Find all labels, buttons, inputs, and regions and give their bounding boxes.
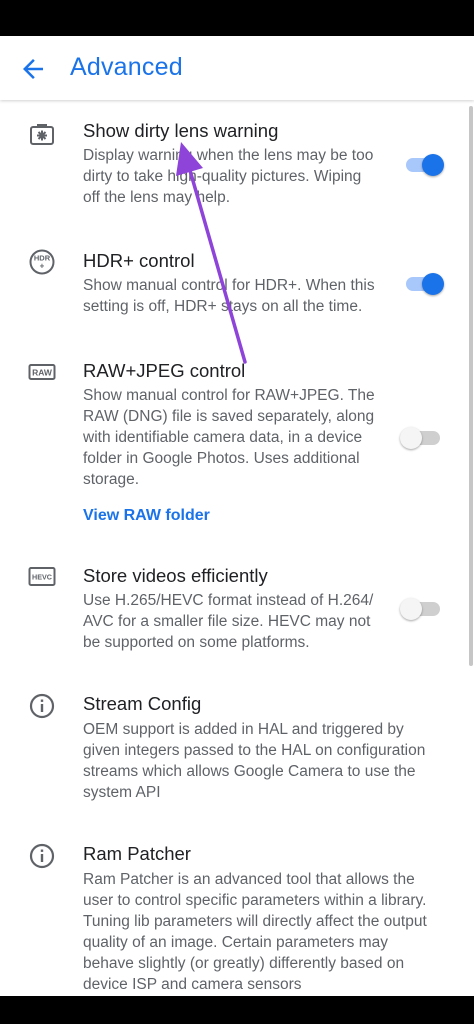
toggle-thumb	[400, 427, 422, 449]
setting-description-line: streams which allows Google Camera to us…	[83, 763, 416, 780]
view-raw-folder-link[interactable]: View RAW folder	[83, 507, 210, 525]
hevc-toggle[interactable]	[400, 596, 446, 622]
setting-dirty-lens[interactable]: Show dirty lens warning Display warning …	[0, 114, 474, 234]
svg-text:+: +	[40, 262, 45, 271]
setting-ram-patcher[interactable]: Ram Patcher Ram Patcher is an advanced t…	[0, 842, 474, 996]
setting-description-line: device ISP and camera sensors	[83, 976, 302, 993]
hevc-icon: HEVC	[28, 563, 56, 591]
setting-description-line: with identifiable camera data, in a devi…	[83, 429, 363, 446]
setting-description-line: Ram Patcher is an advanced tool that all…	[83, 871, 415, 888]
setting-description-line: be supported on some platforms.	[83, 634, 310, 651]
setting-description-line: storage.	[83, 471, 140, 488]
setting-description-line: Show manual control for RAW+JPEG. The	[83, 387, 375, 404]
setting-hdr-control[interactable]: HDR + HDR+ control Show manual control f…	[0, 244, 474, 344]
svg-text:HEVC: HEVC	[32, 573, 52, 582]
setting-title: RAW+JPEG control	[83, 360, 246, 381]
toggle-thumb	[422, 273, 444, 295]
info-icon	[28, 842, 56, 870]
raw-jpeg-toggle[interactable]	[400, 425, 446, 451]
toggle-thumb	[422, 154, 444, 176]
setting-description-line: off the lens may help.	[83, 189, 231, 206]
setting-description-line: given integers passed to the HAL on conf…	[83, 742, 426, 759]
setting-description-line: quality of an image. Certain parameters …	[83, 934, 388, 951]
setting-hevc[interactable]: HEVC Store videos efficiently Use H.265/…	[0, 564, 474, 664]
setting-description-line: dirty to take high-quality pictures. Wip…	[83, 168, 362, 185]
setting-description-line: Use H.265/HEVC format instead of H.264/	[83, 592, 374, 609]
setting-stream-config[interactable]: Stream Config OEM support is added in HA…	[0, 692, 474, 812]
page-title: Advanced	[70, 53, 183, 81]
setting-description-line: OEM support is added in HAL and triggere…	[83, 721, 404, 738]
info-icon	[28, 692, 56, 720]
setting-description-line: folder in Google Photos. Uses additional	[83, 450, 360, 467]
setting-description-line: Show manual control for HDR+. When this	[83, 277, 375, 294]
app-bar: Advanced	[0, 36, 474, 100]
setting-title: HDR+ control	[83, 250, 195, 271]
setting-description-line: RAW (DNG) file is saved separately, alon…	[83, 408, 375, 425]
hdr-control-toggle[interactable]	[400, 271, 446, 297]
setting-description-line: setting is off, HDR+ stays on all the ti…	[83, 298, 363, 315]
setting-description-line: user to control specific parameters with…	[83, 892, 427, 909]
setting-description-line: system API	[83, 784, 161, 801]
dirty-lens-icon	[28, 121, 56, 149]
dirty-lens-toggle[interactable]	[400, 152, 446, 178]
toggle-thumb	[400, 598, 422, 620]
setting-title: Show dirty lens warning	[83, 120, 279, 141]
setting-title: Ram Patcher	[83, 843, 191, 864]
navigation-bar	[0, 996, 474, 1024]
setting-description-line: Display warning when the lens may be too	[83, 147, 374, 164]
setting-title: Store videos efficiently	[83, 565, 268, 586]
setting-title: Stream Config	[83, 693, 202, 714]
setting-description-line: behave slightly (or greatly) differently…	[83, 955, 405, 972]
settings-screen: Advanced Show dirty lens warning Display…	[0, 36, 474, 996]
setting-raw-jpeg[interactable]: RAW RAW+JPEG control Show manual control…	[0, 354, 474, 534]
raw-icon: RAW	[28, 358, 56, 386]
back-button[interactable]	[18, 54, 48, 84]
svg-text:RAW: RAW	[32, 368, 53, 378]
setting-description-line: AVC for a smaller file size. HEVC may no…	[83, 613, 371, 630]
back-arrow-icon	[23, 59, 43, 79]
setting-description-line: Tuning lib parameters will directly affe…	[83, 913, 427, 930]
hdr-plus-icon: HDR +	[28, 248, 56, 276]
